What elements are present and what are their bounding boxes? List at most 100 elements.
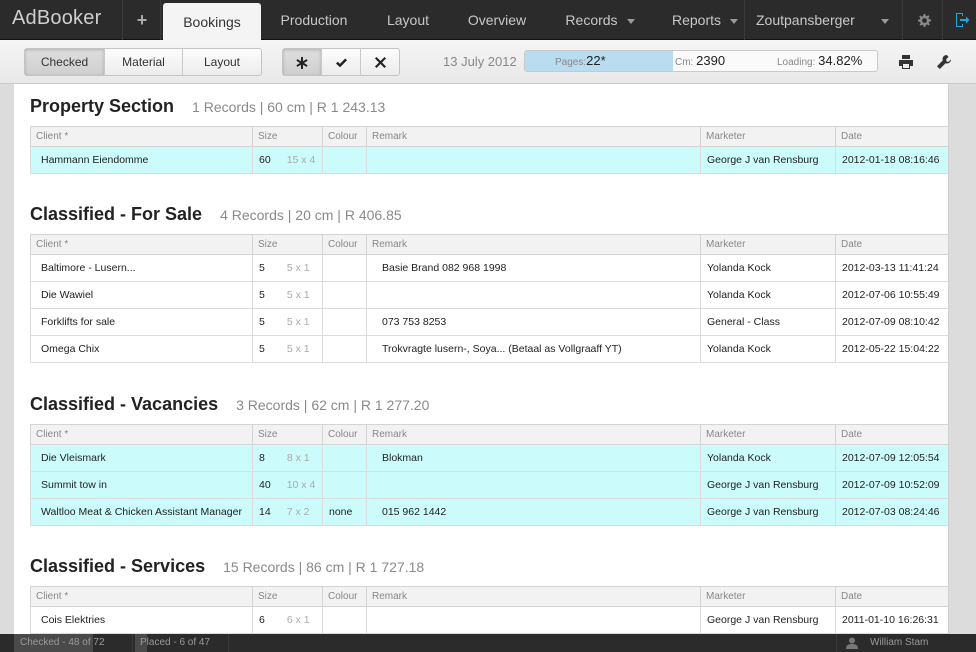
colour-cell xyxy=(322,335,367,363)
status-bar: Checked - 48 of 72 Placed - 6 of 47 Will… xyxy=(0,634,976,652)
table-row[interactable]: Hammann Eiendomme 60 15 x 4 George J van Re… xyxy=(30,146,948,174)
nav-divider xyxy=(122,0,123,40)
size-value: 5 xyxy=(259,343,265,355)
col-date-header[interactable]: Date xyxy=(835,234,948,255)
col-marketer-header[interactable]: Marketer xyxy=(700,234,836,255)
col-colour-header[interactable]: Colour xyxy=(322,234,367,255)
filter-checked-button[interactable] xyxy=(322,49,361,75)
gear-icon[interactable] xyxy=(912,0,936,40)
wrench-icon[interactable] xyxy=(932,50,956,74)
size-dimensions: 8 x 1 xyxy=(286,452,310,464)
date-cell: 2012-07-09 10:52:09 xyxy=(835,471,948,499)
cm-label: Cm: xyxy=(675,57,694,68)
print-icon[interactable] xyxy=(894,50,918,74)
date-cell: 2012-07-09 08:10:42 xyxy=(835,308,948,336)
view-checked-button[interactable]: Checked xyxy=(25,49,105,75)
table-row[interactable]: Forklifts for sale 5 5 x 1 073 753 8253 Gene… xyxy=(30,308,948,336)
checked-label: Checked - xyxy=(20,637,66,648)
colour-cell xyxy=(322,444,367,472)
table-row[interactable]: Die Vleismark 8 8 x 1 Blokman Yolanda Kock 20… xyxy=(30,444,948,472)
remark-cell: 015 962 1442 xyxy=(366,498,701,526)
marketer-cell: Yolanda Kock xyxy=(700,281,836,309)
size-value: 5 xyxy=(259,289,265,301)
checked-count: 48 xyxy=(68,637,80,648)
col-size-header[interactable]: Size xyxy=(252,126,323,147)
col-remark-header[interactable]: Remark xyxy=(366,586,701,607)
col-date-header[interactable]: Date xyxy=(835,586,948,607)
col-date-header[interactable]: Date xyxy=(835,424,948,445)
remark-cell xyxy=(366,606,701,634)
col-marketer-header[interactable]: Marketer xyxy=(700,126,836,147)
checked-progress: Checked - 48 of 72 xyxy=(14,634,132,652)
col-remark-header[interactable]: Remark xyxy=(366,126,701,147)
col-client-header[interactable]: Client * xyxy=(30,424,253,445)
marketer-cell: General - Class xyxy=(700,308,836,336)
chevron-down-icon xyxy=(880,18,889,24)
filter-all-button[interactable] xyxy=(283,49,322,75)
col-remark-header[interactable]: Remark xyxy=(366,234,701,255)
col-size-header[interactable]: Size xyxy=(252,234,323,255)
tab-overview[interactable]: Overview xyxy=(455,0,539,40)
nav-divider xyxy=(942,0,943,40)
size-value: 8 xyxy=(259,452,265,464)
status-divider xyxy=(228,634,229,652)
view-layout-button[interactable]: Layout xyxy=(183,49,261,75)
new-booking-button[interactable]: + xyxy=(124,0,160,40)
placed-progress: Placed - 6 of 47 xyxy=(135,634,227,652)
tab-layout[interactable]: Layout xyxy=(370,0,446,40)
col-size-header[interactable]: Size xyxy=(252,586,323,607)
current-user[interactable]: William Stam xyxy=(846,634,966,652)
col-remark-header[interactable]: Remark xyxy=(366,424,701,445)
table-row[interactable]: Waltloo Meat & Chicken Assistant Manager… xyxy=(30,498,948,526)
colour-cell: none xyxy=(322,498,367,526)
col-colour-header[interactable]: Colour xyxy=(322,424,367,445)
col-client-header[interactable]: Client * xyxy=(30,586,253,607)
marketer-cell: George J van Rensburg xyxy=(700,498,836,526)
tab-reports-label: Reports xyxy=(671,12,722,28)
size-dimensions: 5 x 1 xyxy=(286,343,310,355)
section-header: Classified - For Sale 4 Records | 20 cm |… xyxy=(30,204,948,234)
col-colour-header[interactable]: Colour xyxy=(322,586,367,607)
tab-records-label: Records xyxy=(565,12,618,28)
tab-records-dropdown[interactable]: Records xyxy=(555,0,645,40)
logout-icon[interactable] xyxy=(948,0,976,40)
col-size-header[interactable]: Size xyxy=(252,424,323,445)
app-logo[interactable]: AdBooker xyxy=(12,7,101,30)
remark-cell: Trokvragte lusern-, Soya... (Betaal as V… xyxy=(366,335,701,363)
chevron-down-icon xyxy=(626,18,635,24)
toolbar: Checked Material Layout 13 July 2012 Pag… xyxy=(0,40,976,84)
tab-reports-dropdown[interactable]: Reports xyxy=(660,0,750,40)
tab-bookings[interactable]: Bookings xyxy=(163,3,261,41)
section-summary: 1 Records | 60 cm | R 1 243.13 xyxy=(192,99,386,115)
col-colour-header[interactable]: Colour xyxy=(322,126,367,147)
publication-dropdown[interactable]: Zoutpansberger xyxy=(748,0,900,40)
table-row[interactable]: Omega Chix 5 5 x 1 Trokvragte lusern-, Soya… xyxy=(30,335,948,363)
size-value: 40 xyxy=(259,479,271,491)
date-cell: 2012-07-03 08:24:46 xyxy=(835,498,948,526)
size-dimensions: 15 x 4 xyxy=(286,154,316,166)
filter-unchecked-button[interactable] xyxy=(361,49,399,75)
table-row[interactable]: Die Wawiel 5 5 x 1 Yolanda Kock 2012-07-06 1… xyxy=(30,281,948,309)
placed-count: 6 of 47 xyxy=(179,637,211,648)
col-marketer-header[interactable]: Marketer xyxy=(700,424,836,445)
size-value: 6 xyxy=(259,614,265,626)
table-row[interactable]: Summit tow in 40 10 x 4 George J van Rensbu… xyxy=(30,471,948,499)
table-row[interactable]: Cois Elektries 6 6 x 1 George J van Rensbur… xyxy=(30,606,948,634)
status-divider xyxy=(836,634,837,652)
col-marketer-header[interactable]: Marketer xyxy=(700,586,836,607)
top-navbar: AdBooker + Bookings Production Layout Ov… xyxy=(0,0,976,41)
col-client-header[interactable]: Client * xyxy=(30,126,253,147)
col-client-header[interactable]: Client * xyxy=(30,234,253,255)
selected-date[interactable]: 13 July 2012 xyxy=(443,54,517,69)
remark-cell: 073 753 8253 xyxy=(366,308,701,336)
colour-cell xyxy=(322,308,367,336)
client-cell: Summit tow in xyxy=(30,471,253,499)
section-summary: 3 Records | 62 cm | R 1 277.20 xyxy=(236,397,430,413)
table-row[interactable]: Baltimore - Lusern... 5 5 x 1 Basie Brand 0… xyxy=(30,254,948,282)
tab-production[interactable]: Production xyxy=(268,0,360,40)
size-dimensions: 5 x 1 xyxy=(286,262,310,274)
view-toggle-group: Checked Material Layout xyxy=(24,48,262,76)
bookings-table: Client * Size Colour Remark Marketer Date Balt… xyxy=(30,234,948,363)
col-date-header[interactable]: Date xyxy=(835,126,948,147)
view-material-button[interactable]: Material xyxy=(105,49,183,75)
